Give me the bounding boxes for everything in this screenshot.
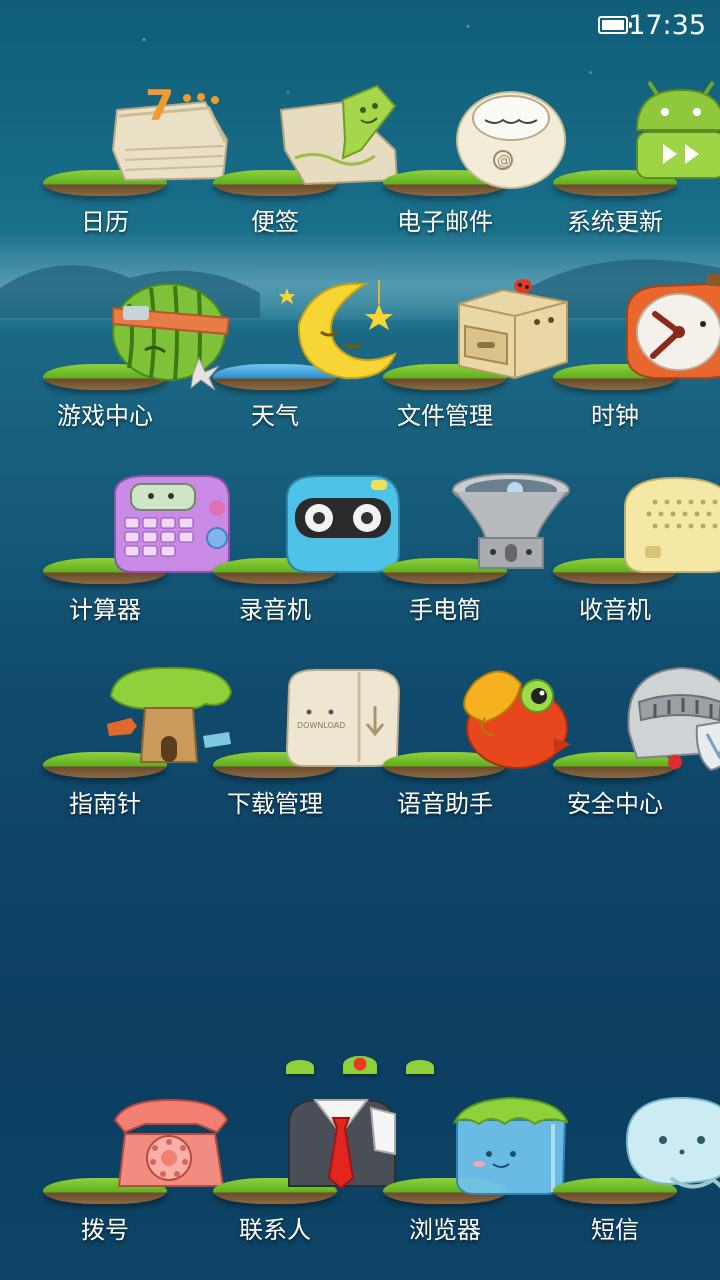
app-label: 电子邮件 — [397, 208, 493, 236]
app-label: 天气 — [251, 402, 299, 430]
security-center-icon — [550, 662, 720, 778]
calculator-icon — [40, 468, 230, 584]
app-label: 语音助手 — [397, 790, 493, 818]
game-center-icon — [40, 274, 231, 390]
app-label: 短信 — [591, 1216, 639, 1244]
app-label: 系统更新 — [567, 208, 663, 236]
app-label: 收音机 — [579, 596, 651, 624]
app-label: 文件管理 — [397, 402, 493, 430]
page-indicator[interactable] — [0, 1056, 720, 1078]
app-system-update[interactable]: 系统更新 — [530, 80, 720, 250]
app-calculator[interactable]: 计算器 — [20, 468, 230, 638]
app-weather[interactable]: 天气 — [190, 274, 397, 444]
app-recorder[interactable]: 录音机 — [190, 468, 400, 638]
app-label: 游戏中心 — [57, 402, 153, 430]
app-label: 便签 — [251, 208, 299, 236]
calendar-day-number: 7 — [145, 81, 174, 130]
app-label: 联系人 — [239, 1216, 311, 1244]
browser-icon — [380, 1094, 569, 1204]
status-bar: 17:35 — [0, 0, 720, 56]
app-label: 录音机 — [239, 596, 311, 624]
app-label: 日历 — [81, 208, 129, 236]
app-grid: 7 日历 便签 @ 电子邮件 系统更新 游戏中心 天气 文件管理 时钟 计算器 … — [20, 80, 720, 832]
file-manager-icon — [380, 274, 568, 390]
page-dot[interactable] — [406, 1060, 435, 1074]
page-dot[interactable] — [285, 1060, 314, 1074]
battery-full-icon — [598, 16, 632, 34]
app-security-center[interactable]: 安全中心 — [530, 662, 720, 832]
app-label: 计算器 — [69, 596, 141, 624]
dock: 拨号 联系人 浏览器 短信 — [20, 1094, 720, 1274]
status-time: 17:35 — [628, 10, 706, 41]
app-label: 指南针 — [69, 790, 141, 818]
compass-icon — [40, 662, 233, 778]
calendar-icon: 7 — [40, 80, 229, 196]
app-label: 手电筒 — [409, 596, 481, 624]
app-game-center[interactable]: 游戏中心 — [20, 274, 231, 444]
app-download-manager[interactable]: DOWNLOAD 下载管理 — [190, 662, 401, 832]
messages-icon — [550, 1094, 720, 1204]
system-update-icon — [550, 80, 720, 196]
flashlight-icon — [380, 468, 570, 584]
download-box-text: DOWNLOAD — [297, 721, 345, 730]
app-voice-assistant[interactable]: 语音助手 — [360, 662, 571, 832]
clock-icon — [550, 274, 720, 390]
app-browser[interactable]: 浏览器 — [360, 1094, 569, 1274]
page-dot-active[interactable] — [343, 1056, 377, 1074]
app-compass[interactable]: 指南针 — [20, 662, 233, 832]
contacts-icon — [210, 1094, 396, 1204]
app-label: 时钟 — [591, 402, 639, 430]
app-label: 拨号 — [81, 1216, 129, 1244]
app-messages[interactable]: 短信 — [530, 1094, 720, 1274]
phone-icon — [40, 1094, 229, 1204]
app-email[interactable]: @ 电子邮件 — [360, 80, 566, 250]
app-phone[interactable]: 拨号 — [20, 1094, 229, 1274]
app-contacts[interactable]: 联系人 — [190, 1094, 396, 1274]
svg-text:@: @ — [497, 153, 511, 169]
notes-icon — [210, 80, 399, 196]
download-manager-icon: DOWNLOAD — [210, 662, 401, 778]
app-notes[interactable]: 便签 — [190, 80, 399, 250]
weather-icon — [210, 274, 397, 390]
app-calendar[interactable]: 7 日历 — [20, 80, 229, 250]
app-flashlight[interactable]: 手电筒 — [360, 468, 570, 638]
email-icon: @ — [380, 80, 566, 196]
recorder-icon — [210, 468, 400, 584]
app-file-manager[interactable]: 文件管理 — [360, 274, 568, 444]
voice-assistant-icon — [380, 662, 571, 778]
app-radio[interactable]: 收音机 — [530, 468, 720, 638]
app-clock[interactable]: 时钟 — [530, 274, 720, 444]
app-label: 安全中心 — [567, 790, 663, 818]
app-label: 下载管理 — [227, 790, 323, 818]
app-label: 浏览器 — [409, 1216, 481, 1244]
radio-icon — [550, 468, 720, 584]
